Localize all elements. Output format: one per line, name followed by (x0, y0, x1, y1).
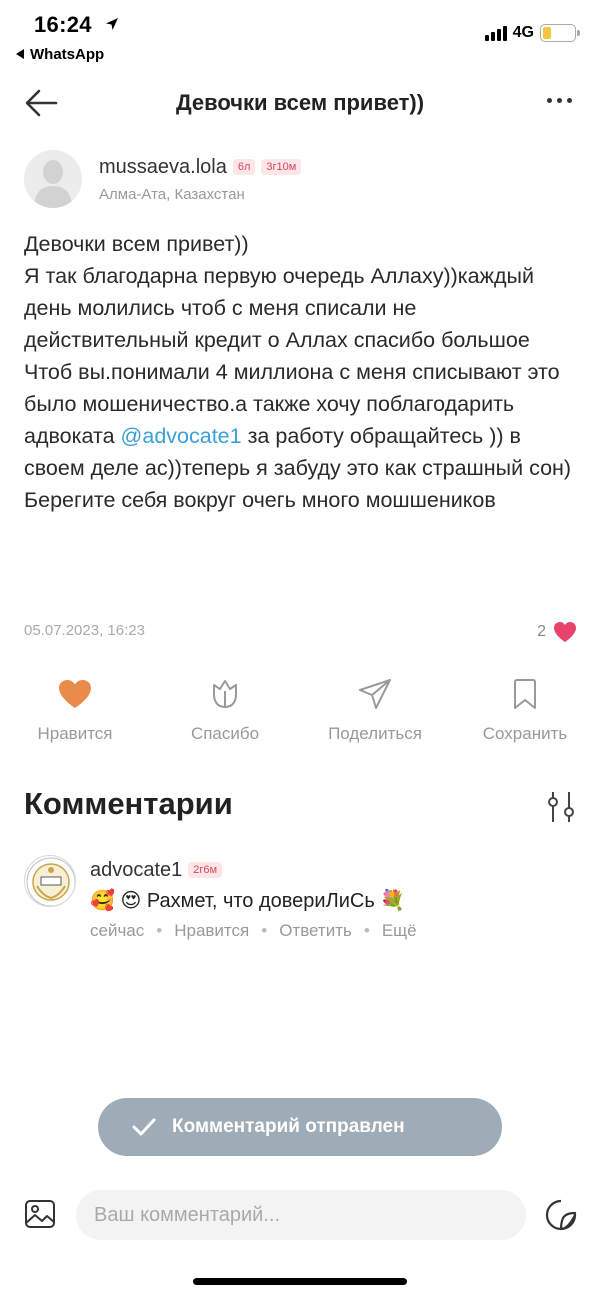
toast-text: Комментарий отправлен (172, 1116, 405, 1137)
avatar[interactable] (24, 150, 82, 208)
comment-text: 🥰 😍 Рахмет, что довериЛиСь 💐 (90, 888, 405, 913)
save-button[interactable]: Сохранить (450, 672, 600, 752)
comment-author[interactable]: advocate1 2г6м (90, 859, 223, 882)
sticker-icon[interactable] (544, 1198, 578, 1232)
avatar[interactable] (24, 855, 76, 907)
tulip-icon (213, 680, 237, 708)
comment-like-link[interactable]: Нравится (174, 921, 249, 941)
default-avatar-icon (24, 150, 82, 208)
author-name[interactable]: mussaeva.lola 6л 3г10м (99, 156, 302, 179)
location-arrow-icon (106, 18, 118, 30)
author-location: Алма-Ата, Казахстан (99, 186, 245, 203)
comment-input[interactable] (76, 1190, 526, 1240)
post-actions: Нравится Спасибо Поделиться Сохранить (0, 672, 600, 752)
comment-body: Рахмет, что довериЛиСь (146, 890, 375, 912)
comments-title: Комментарии (24, 786, 233, 821)
post-body: Девочки всем привет)) Я так благодарна п… (24, 228, 580, 516)
comment-more-link[interactable]: Ещё (382, 921, 417, 941)
save-label: Сохранить (482, 724, 568, 743)
bookmark-icon (514, 679, 536, 709)
comment-meta: сейчас • Нравится • Ответить • Ещё (90, 921, 417, 941)
home-indicator (193, 1278, 407, 1285)
time-badge: 3г10м (261, 159, 302, 175)
share-icon (359, 679, 391, 709)
back-to-app-link[interactable]: WhatsApp (16, 46, 104, 63)
like-label: Нравится (37, 724, 113, 743)
battery-level (543, 27, 551, 39)
separator-dot: • (363, 921, 370, 940)
emoji-prefix: 🥰 😍 (90, 890, 142, 912)
comment-sent-toast: Комментарий отправлен (98, 1098, 502, 1156)
separator-dot: • (261, 921, 268, 940)
page-title: Девочки всем привет)) (175, 90, 425, 115)
comment-reply-link[interactable]: Ответить (279, 921, 352, 941)
post-author[interactable]: mussaeva.lola 6л 3г10м Алма-Ата, Казахстан (24, 150, 576, 212)
heart-icon (59, 680, 91, 708)
post-likes[interactable]: 2 (537, 620, 578, 644)
like-button[interactable]: Нравится (0, 672, 150, 752)
law-firm-logo-icon (26, 857, 75, 906)
comment-time: сейчас (90, 921, 145, 940)
battery-icon (540, 24, 580, 42)
mention-link[interactable]: @advocate1 (121, 424, 242, 448)
sliders-icon[interactable] (544, 790, 578, 824)
age-badge: 6л (232, 159, 256, 175)
comment-composer (0, 1180, 600, 1250)
back-app-label: WhatsApp (30, 46, 105, 63)
network-type: 4G (512, 24, 534, 41)
likes-count: 2 (537, 623, 546, 640)
emoji-suffix: 💐 (380, 890, 406, 912)
nav-header: Девочки всем привет)) (0, 78, 600, 130)
status-time: 16:24 (34, 12, 92, 37)
comment-item: advocate1 2г6м 🥰 😍 Рахмет, что довериЛиСь… (24, 855, 576, 950)
checkmark-icon (132, 1118, 156, 1136)
thanks-button[interactable]: Спасибо (150, 672, 300, 752)
comment-badge: 2г6м (188, 862, 223, 878)
post-date: 05.07.2023, 16:23 (24, 622, 145, 639)
image-icon[interactable] (24, 1198, 56, 1230)
heart-icon (554, 622, 576, 642)
separator-dot: • (156, 921, 163, 940)
back-triangle-icon (16, 49, 24, 59)
share-button[interactable]: Поделиться (300, 672, 450, 752)
thanks-label: Спасибо (190, 724, 260, 743)
signal-icon (484, 25, 507, 41)
status-indicators: 4G (484, 24, 580, 42)
share-label: Поделиться (328, 724, 422, 743)
more-dots-icon[interactable] (547, 98, 572, 103)
post-text-part-1: Девочки всем привет)) Я так благодарна п… (24, 232, 560, 448)
status-bar: 16:24 WhatsApp 4G (0, 0, 600, 70)
